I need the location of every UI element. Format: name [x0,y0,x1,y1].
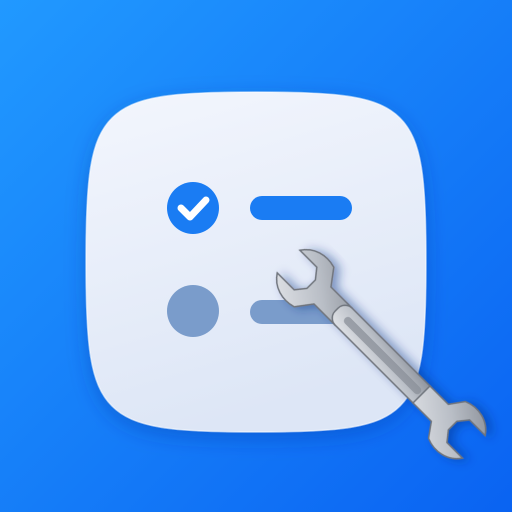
empty-circle-icon [167,285,219,337]
app-icon [0,0,512,512]
item-line-active [250,196,352,220]
check-circle-icon [167,182,219,234]
checklist-card [85,91,427,433]
